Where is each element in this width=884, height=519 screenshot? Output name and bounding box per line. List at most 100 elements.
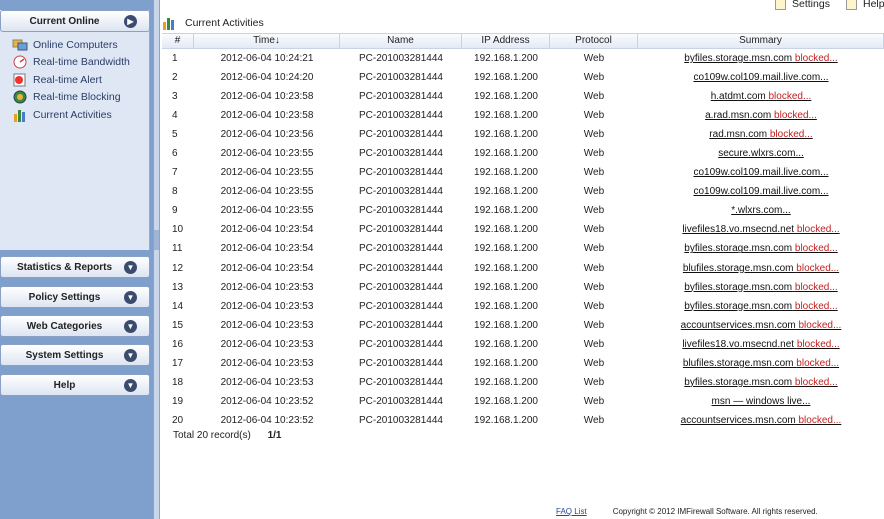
table-row[interactable]: 5 2012-06-04 10:23:56 PC-201003281444 192.1… [162,125,884,144]
cell-protocol: Web [583,148,605,160]
chevron-down-icon[interactable]: ▼ [124,290,137,304]
summary-link[interactable]: byfiles.storage.msn.com blocked... [684,53,837,64]
column-header-number[interactable]: # [162,34,194,48]
section-statistics-reports[interactable]: Statistics & Reports ▼ [0,256,150,278]
summary-link[interactable]: byfiles.storage.msn.com blocked... [684,282,837,293]
record-total: Total 20 record(s) 1/1 [173,430,282,441]
blocked-label: blocked... [796,224,840,236]
cell-protocol: Web [583,376,605,388]
summary-link[interactable]: livefiles18.vo.msecnd.net blocked... [682,224,839,235]
section-web-categories[interactable]: Web Categories ▼ [0,315,150,337]
table-row[interactable]: 19 2012-06-04 10:23:52 PC-201003281444 192.… [162,392,884,411]
cell-time: 2012-06-04 10:23:58 [220,110,314,122]
cell-ip: 192.168.1.200 [474,129,538,141]
cell-number: 19 [172,395,184,407]
cell-number: 13 [172,281,184,293]
summary-link[interactable]: blufiles.storage.msn.com blocked... [683,358,839,369]
section-system-settings[interactable]: System Settings ▼ [0,344,150,366]
summary-link[interactable]: byfiles.storage.msn.com blocked... [684,301,837,312]
cell-time: 2012-06-04 10:23:53 [220,376,314,388]
summary-link[interactable]: h.atdmt.com blocked... [711,91,812,102]
cell-summary: msn — windows live... [638,396,884,407]
table-row[interactable]: 11 2012-06-04 10:23:54 PC-201003281444 192.… [162,239,884,258]
cell-name: PC-201003281444 [359,53,443,65]
settings-link[interactable]: Settings [775,0,830,10]
summary-link[interactable]: co109w.col109.mail.live.com... [693,186,828,197]
cell-time: 2012-06-04 10:23:53 [220,300,314,312]
cell-number: 9 [172,205,178,217]
sidebar-item-label: Online Computers [33,38,118,51]
cell-name: PC-201003281444 [359,186,443,198]
cell-summary: byfiles.storage.msn.com blocked... [638,282,884,293]
chevron-down-icon[interactable]: ▼ [124,319,137,333]
summary-link[interactable]: a.rad.msn.com blocked... [705,110,817,121]
chevron-down-icon[interactable]: ▼ [124,260,137,274]
table-row[interactable]: 3 2012-06-04 10:23:58 PC-201003281444 192.1… [162,87,884,106]
chevron-down-icon[interactable]: ▼ [124,348,137,362]
summary-link[interactable]: byfiles.storage.msn.com blocked... [684,243,837,254]
table-row[interactable]: 1 2012-06-04 10:24:21 PC-201003281444 192.1… [162,49,884,68]
sidebar-item-current-activities[interactable]: Current Activities [12,106,112,123]
summary-link[interactable]: livefiles18.vo.msecnd.net blocked... [682,339,839,350]
arrow-right-icon[interactable]: ▶ [124,14,137,28]
computers-icon [12,38,28,52]
cell-ip: 192.168.1.200 [474,319,538,331]
sidebar-item-label: Real-time Alert [33,73,102,86]
current-online-label: Current Online [29,15,100,27]
cell-summary: co109w.col109.mail.live.com... [638,186,884,197]
table-row[interactable]: 2 2012-06-04 10:24:20 PC-201003281444 192.1… [162,68,884,87]
table-row[interactable]: 10 2012-06-04 10:23:54 PC-201003281444 192.… [162,220,884,239]
faq-link[interactable]: FAQ List [556,507,587,516]
summary-link[interactable]: msn — windows live... [712,396,811,407]
table-row[interactable]: 6 2012-06-04 10:23:55 PC-201003281444 192.1… [162,144,884,163]
cell-protocol: Web [583,167,605,179]
sidebar-item-label: Current Activities [33,108,112,121]
sidebar-item-online-computers[interactable]: Online Computers [12,36,118,53]
table-row[interactable]: 14 2012-06-04 10:23:53 PC-201003281444 192.… [162,297,884,316]
current-online-header[interactable]: Current Online ▶ [0,10,150,32]
table-row[interactable]: 16 2012-06-04 10:23:53 PC-201003281444 192.… [162,335,884,354]
sidebar-item-realtime-bandwidth[interactable]: Real-time Bandwidth [12,53,130,70]
column-header-time[interactable]: Time↓ [194,34,340,48]
section-help[interactable]: Help ▼ [0,374,150,396]
section-label: Statistics & Reports [16,261,113,273]
page-header: Current Activities [162,14,264,32]
blocked-label: blocked... [798,319,842,331]
summary-link[interactable]: *.wlxrs.com... [731,205,790,216]
table-row[interactable]: 15 2012-06-04 10:23:53 PC-201003281444 192.… [162,316,884,335]
cell-ip: 192.168.1.200 [474,205,538,217]
sidebar-item-realtime-alert[interactable]: Real-time Alert [12,71,102,88]
column-header-protocol[interactable]: Protocol [550,34,638,48]
column-header-name[interactable]: Name [340,34,462,48]
table-row[interactable]: 20 2012-06-04 10:23:52 PC-201003281444 192.… [162,411,884,430]
summary-link[interactable]: blufiles.storage.msn.com blocked... [683,263,839,274]
chevron-down-icon[interactable]: ▼ [124,378,137,392]
table-row[interactable]: 7 2012-06-04 10:23:55 PC-201003281444 192.1… [162,163,884,182]
column-header-summary[interactable]: Summary [638,34,884,48]
sidebar-item-realtime-blocking[interactable]: Real-time Blocking [12,88,121,105]
cell-protocol: Web [583,338,605,350]
section-policy-settings[interactable]: Policy Settings ▼ [0,286,150,308]
splitter-grip[interactable] [154,230,159,250]
table-row[interactable]: 13 2012-06-04 10:23:53 PC-201003281444 192.… [162,278,884,297]
table-row[interactable]: 17 2012-06-04 10:23:53 PC-201003281444 192.… [162,354,884,373]
help-link[interactable]: Help [846,0,884,10]
table-row[interactable]: 18 2012-06-04 10:23:53 PC-201003281444 192.… [162,373,884,392]
column-header-ip[interactable]: IP Address [462,34,550,48]
table-row[interactable]: 8 2012-06-04 10:23:55 PC-201003281444 192.1… [162,182,884,201]
blocked-label: blocked... [768,91,812,103]
panel-splitter[interactable] [153,0,160,519]
summary-link[interactable]: co109w.col109.mail.live.com... [693,72,828,83]
summary-link[interactable]: secure.wlxrs.com... [718,148,804,159]
summary-link[interactable]: rad.msn.com blocked... [709,129,812,140]
summary-link[interactable]: accountservices.msn.com blocked... [681,320,842,331]
summary-link[interactable]: accountservices.msn.com blocked... [681,415,842,426]
table-row[interactable]: 4 2012-06-04 10:23:58 PC-201003281444 192.1… [162,106,884,125]
activities-icon [162,16,176,30]
table-row[interactable]: 12 2012-06-04 10:23:54 PC-201003281444 192.… [162,259,884,278]
summary-link[interactable]: co109w.col109.mail.live.com... [693,167,828,178]
table-row[interactable]: 9 2012-06-04 10:23:55 PC-201003281444 192.1… [162,201,884,220]
cell-number: 18 [172,376,184,388]
summary-link[interactable]: byfiles.storage.msn.com blocked... [684,377,837,388]
blocked-label: blocked... [794,281,838,293]
